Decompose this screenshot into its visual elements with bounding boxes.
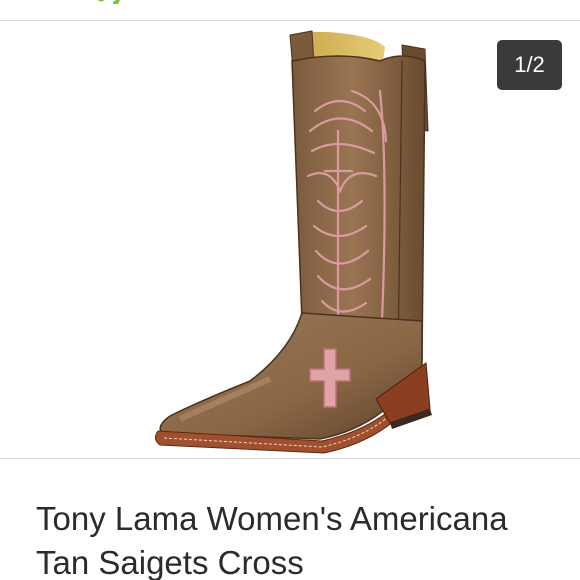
image-page-indicator: 1/2 [497, 40, 562, 90]
brand-logo-icon[interactable] [95, 0, 135, 4]
listing-title: Tony Lama Women's Americana Tan Saigets … [36, 500, 508, 580]
product-photo[interactable] [140, 21, 440, 458]
image-carousel[interactable]: 1/2 [0, 21, 580, 459]
listing-screen: 1/2 Tony Lama Women's Americana Tan Saig… [0, 0, 580, 580]
top-app-bar [0, 0, 580, 21]
